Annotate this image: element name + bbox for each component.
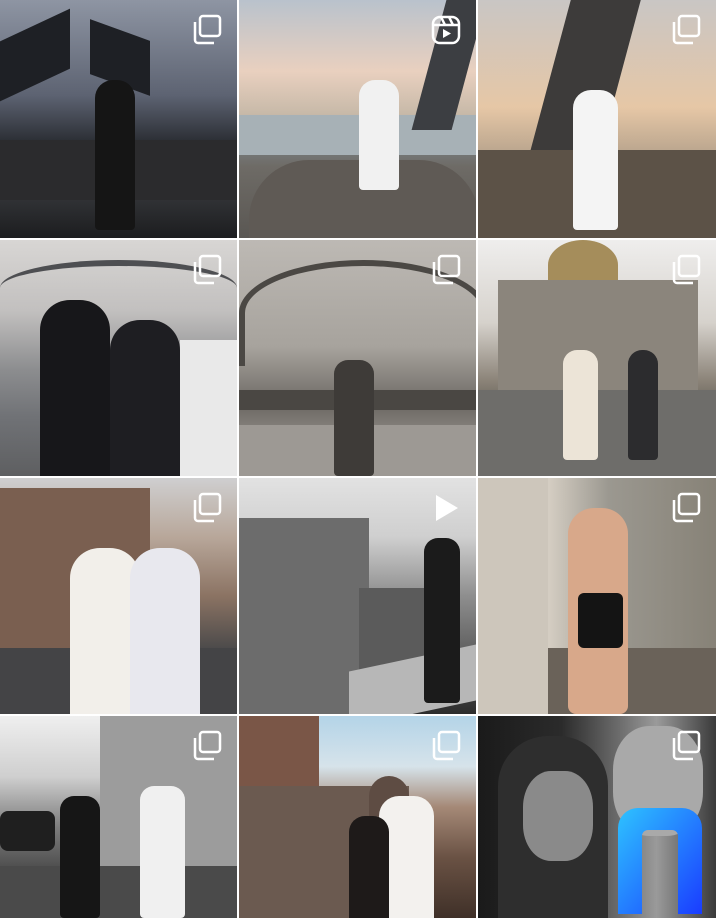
post-tile-1[interactable] [0, 0, 237, 238]
post-tile-5[interactable] [239, 240, 476, 476]
multiple-photos-icon [193, 730, 222, 761]
multiple-photos-icon [432, 730, 461, 761]
multiple-photos-icon [672, 492, 701, 523]
post-tile-3[interactable] [478, 0, 716, 238]
reels-icon [431, 15, 461, 45]
post-tile-8[interactable] [239, 478, 476, 714]
post-tile-6[interactable] [478, 240, 716, 476]
video-play-icon [436, 495, 458, 521]
post-tile-7[interactable] [0, 478, 237, 714]
multiple-photos-icon [193, 14, 222, 45]
multiple-photos-icon [193, 254, 222, 285]
multiple-photos-icon [672, 254, 701, 285]
multiple-photos-icon [193, 492, 222, 523]
post-tile-2[interactable] [239, 0, 476, 238]
photo-grid [0, 0, 716, 920]
post-tile-4[interactable] [0, 240, 237, 476]
multiple-photos-icon [672, 730, 701, 761]
multiple-photos-icon [672, 14, 701, 45]
brand-logo-icon [618, 808, 702, 914]
post-tile-12[interactable] [478, 716, 716, 918]
post-tile-10[interactable] [0, 716, 237, 918]
post-tile-11[interactable] [239, 716, 476, 918]
post-tile-9[interactable] [478, 478, 716, 714]
multiple-photos-icon [432, 254, 461, 285]
